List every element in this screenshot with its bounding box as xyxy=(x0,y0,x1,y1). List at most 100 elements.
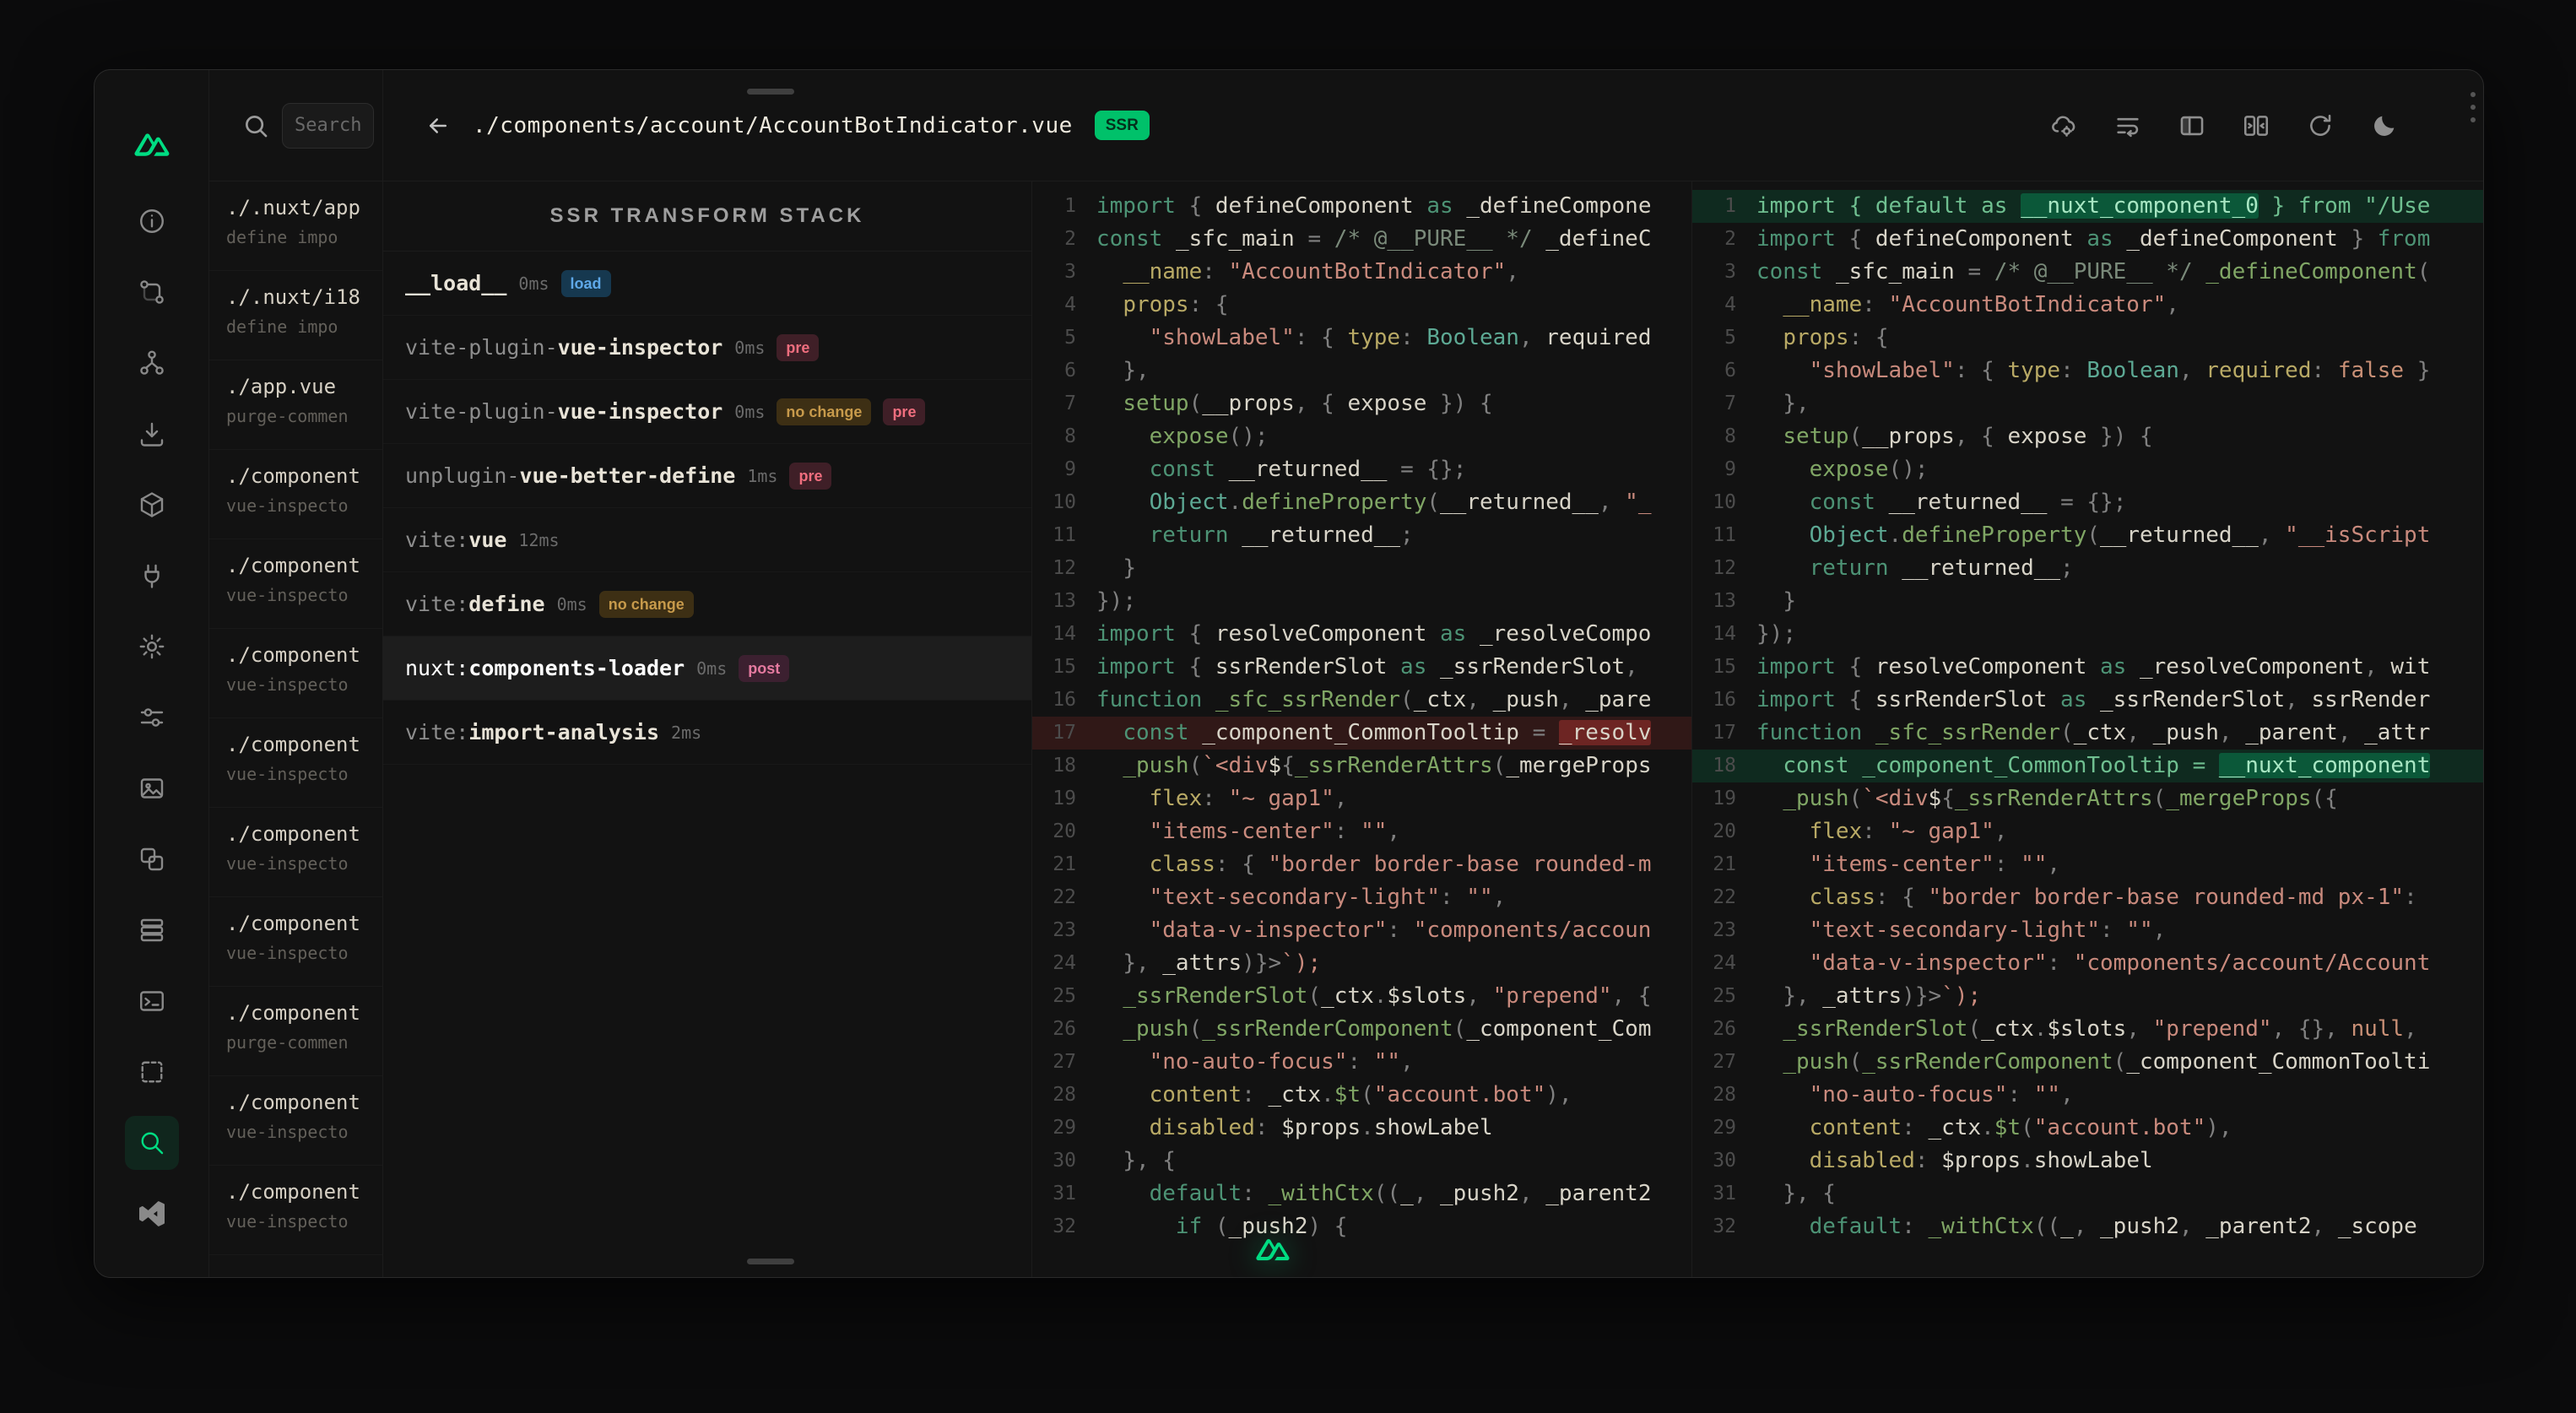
code-line: 10 Object.defineProperty(__returned__, "… xyxy=(1032,486,1691,519)
code-line: 30 }, { xyxy=(1032,1145,1691,1178)
resize-handle-bottom[interactable] xyxy=(747,1259,794,1264)
file-list-item[interactable]: ./componentvue-inspecto xyxy=(209,629,382,718)
file-list-item[interactable]: ./app.vue purge-commen xyxy=(209,360,382,450)
sidebar-item-assets[interactable] xyxy=(116,753,187,824)
line-number: 20 xyxy=(1032,815,1096,848)
file-plugins: define impo xyxy=(226,227,376,247)
plugin-duration: 0ms xyxy=(734,402,765,422)
file-plugins: purge-commen xyxy=(226,406,376,426)
code-line: 29 disabled: $props.showLabel xyxy=(1032,1112,1691,1145)
file-panel: ./.nuxt/app define impo ./.nuxt/i18define … xyxy=(209,70,383,1277)
file-list-item[interactable]: ./componentvue-inspecto xyxy=(209,1166,382,1255)
nuxt-logo-icon[interactable] xyxy=(133,126,171,165)
code-line: 26 _push(_ssrRenderComponent(_component_… xyxy=(1032,1013,1691,1046)
panel-left-icon[interactable] xyxy=(2178,111,2206,140)
code-line: 14}); xyxy=(1692,618,2483,651)
line-number: 10 xyxy=(1032,486,1096,519)
line-number: 11 xyxy=(1692,519,1756,552)
file-list-item[interactable]: ./.nuxt/i18define impo xyxy=(209,271,382,360)
refresh-icon[interactable] xyxy=(2306,111,2335,140)
sidebar-item-imports[interactable] xyxy=(116,398,187,469)
plugin-badge-post: post xyxy=(739,655,789,682)
line-number: 26 xyxy=(1692,1013,1756,1046)
file-plugins: vue-inspecto xyxy=(226,495,376,516)
plugin-name: nuxt:components-loader xyxy=(405,656,685,680)
plugin-badge-no-change: no change xyxy=(599,591,694,618)
sidebar-item-hooks[interactable] xyxy=(116,611,187,682)
transform-stack-item[interactable]: __load__0msload xyxy=(383,252,1031,316)
ssr-badge[interactable]: SSR xyxy=(1095,111,1150,140)
sidebar-item-server-routes[interactable] xyxy=(116,895,187,966)
code-line: 8 expose(); xyxy=(1032,420,1691,453)
line-number: 27 xyxy=(1032,1046,1096,1079)
transform-stack-item[interactable]: nuxt:components-loader0mspost xyxy=(383,636,1031,701)
sidebar-item-plugins[interactable] xyxy=(116,540,187,611)
vscode-icon xyxy=(125,1187,179,1241)
line-number: 14 xyxy=(1692,618,1756,651)
code-line: 14import { resolveComponent as _resolveC… xyxy=(1032,618,1691,651)
split-view-icon[interactable] xyxy=(2242,111,2270,140)
sidebar-item-terminal[interactable] xyxy=(116,966,187,1037)
sidebar-item-components[interactable] xyxy=(116,328,187,398)
code-line: 20 flex: "~ gap1", xyxy=(1692,815,2483,848)
file-list-item[interactable]: ./componentpurge-commen xyxy=(209,987,382,1076)
server-env-icon[interactable] xyxy=(2049,111,2078,140)
line-number: 1 xyxy=(1032,190,1096,223)
file-list-item[interactable]: ./componentvue-inspecto xyxy=(209,808,382,897)
line-number: 6 xyxy=(1032,355,1096,387)
line-number: 32 xyxy=(1032,1210,1096,1243)
back-button[interactable] xyxy=(425,113,463,138)
file-list-item[interactable]: ./component vue-inspecto xyxy=(209,450,382,539)
file-list-item[interactable]: ./componentvue-inspecto xyxy=(209,1076,382,1166)
plugin-name: vite:define xyxy=(405,592,545,616)
file-path: ./.nuxt/app xyxy=(226,196,376,219)
line-number: 32 xyxy=(1692,1210,1756,1243)
transform-stack-item[interactable]: vite-plugin-vue-inspector0msno changepre xyxy=(383,380,1031,444)
sidebar-item-vscode[interactable] xyxy=(116,1178,187,1249)
sidebar-item-open-graph[interactable] xyxy=(116,824,187,895)
transform-stack-item[interactable]: unplugin-vue-better-define1mspre xyxy=(383,444,1031,508)
line-number: 28 xyxy=(1692,1079,1756,1112)
transform-stack-item[interactable]: vite:vue 12ms xyxy=(383,508,1031,572)
file-path: ./app.vue xyxy=(226,375,376,398)
devtools-toggle-button[interactable] xyxy=(1251,1228,1295,1272)
line-number: 16 xyxy=(1692,684,1756,717)
sidebar-item-vite-inspect[interactable] xyxy=(116,1107,187,1178)
code-line: 13 } xyxy=(1692,585,2483,618)
sidebar-item-modules[interactable] xyxy=(116,469,187,540)
sidebar-item-app-config[interactable] xyxy=(116,682,187,753)
code-panel-before: 1import { defineComponent as _defineComp… xyxy=(1032,181,1692,1277)
sidebar-item-pages[interactable] xyxy=(116,257,187,328)
code-line: 3 __name: "AccountBotIndicator", xyxy=(1032,256,1691,289)
code-line: 10 const __returned__ = {}; xyxy=(1692,486,2483,519)
sidebar-item-overview[interactable] xyxy=(116,186,187,257)
file-list-item[interactable]: ./componentvue-inspecto xyxy=(209,897,382,987)
imports-icon xyxy=(125,407,179,461)
line-number: 3 xyxy=(1032,256,1096,289)
line-number: 15 xyxy=(1032,651,1096,684)
dark-mode-icon[interactable] xyxy=(2370,111,2399,140)
main-body: SSR TRANSFORM STACK __load__0msloadvite-… xyxy=(383,181,2483,1277)
file-list-item[interactable]: ./componentvue-inspecto xyxy=(209,539,382,629)
resize-handle-right[interactable] xyxy=(2470,92,2476,122)
plugin-name: vite:vue xyxy=(405,528,506,552)
file-search-input[interactable] xyxy=(282,103,374,149)
file-list-item[interactable]: ./.nuxt/app define impo xyxy=(209,181,382,271)
file-plugins: vue-inspecto xyxy=(226,1211,376,1232)
file-path: ./component xyxy=(226,464,376,488)
code-line: 12 return __returned__; xyxy=(1692,552,2483,585)
line-wrap-icon[interactable] xyxy=(2113,111,2142,140)
line-number: 29 xyxy=(1032,1112,1096,1145)
plugin-duration: 12ms xyxy=(518,530,559,550)
transform-stack-item[interactable]: vite:define0msno change xyxy=(383,572,1031,636)
file-path: ./component xyxy=(226,822,376,846)
terminal-icon xyxy=(125,974,179,1028)
file-list-item[interactable]: ./componentvue-inspecto xyxy=(209,718,382,808)
transform-stack-item[interactable]: vite-plugin-vue-inspector0mspre xyxy=(383,316,1031,380)
transform-stack-item[interactable]: vite:import-analysis2ms xyxy=(383,701,1031,765)
line-number: 24 xyxy=(1692,947,1756,980)
app-config-icon xyxy=(125,690,179,744)
line-number: 25 xyxy=(1692,980,1756,1013)
resize-handle-top[interactable] xyxy=(747,89,794,95)
sidebar-item-virtual-files[interactable] xyxy=(116,1037,187,1107)
